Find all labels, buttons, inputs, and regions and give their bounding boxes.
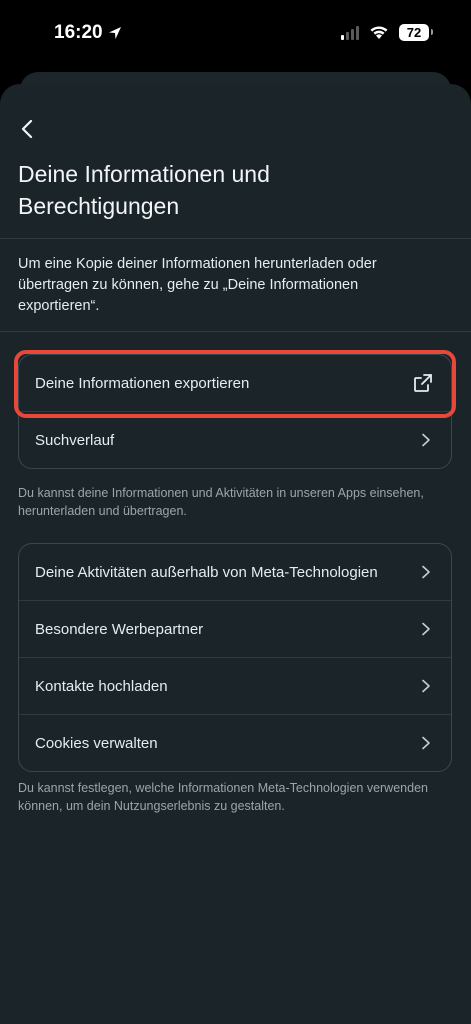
page-title-line2: Berechtigungen bbox=[18, 193, 180, 219]
status-icons: 72 bbox=[341, 24, 433, 41]
status-bar: 16:20 72 bbox=[0, 0, 471, 70]
status-time: 16:20 bbox=[54, 22, 123, 44]
manage-cookies-row[interactable]: Cookies verwalten bbox=[19, 714, 451, 771]
page-title-line1: Deine Informationen und bbox=[18, 161, 270, 187]
upload-contacts-row[interactable]: Kontakte hochladen bbox=[19, 657, 451, 714]
chevron-right-icon bbox=[422, 679, 430, 693]
privacy-card: Deine Aktivitäten außerhalb von Meta-Tec… bbox=[18, 543, 452, 772]
chevron-right-icon bbox=[422, 736, 430, 750]
offsite-activity-label: Deine Aktivitäten außerhalb von Meta-Tec… bbox=[35, 563, 378, 581]
wifi-icon bbox=[370, 26, 388, 39]
battery-level: 72 bbox=[406, 25, 422, 40]
group2-caption: Du kannst festlegen, welche Informatione… bbox=[18, 781, 428, 813]
page-title: Deine Informationen und Berechtigungen bbox=[18, 158, 438, 222]
battery-indicator: 72 bbox=[399, 24, 433, 41]
intro-text: Um eine Kopie deiner Informationen herun… bbox=[18, 256, 377, 314]
chevron-left-icon bbox=[21, 119, 33, 139]
ad-partners-label: Besondere Werbepartner bbox=[35, 620, 204, 638]
location-arrow-icon bbox=[108, 27, 121, 39]
highlight-outline bbox=[14, 350, 456, 418]
chevron-right-icon bbox=[422, 622, 430, 636]
time-label: 16:20 bbox=[54, 22, 103, 43]
chevron-right-icon bbox=[422, 565, 430, 579]
ad-partners-row[interactable]: Besondere Werbepartner bbox=[19, 600, 451, 657]
group1-caption: Du kannst deine Informationen und Aktivi… bbox=[18, 486, 424, 518]
cellular-signal-icon bbox=[341, 25, 359, 40]
search-history-label: Suchverlauf bbox=[35, 431, 115, 449]
offsite-activity-row[interactable]: Deine Aktivitäten außerhalb von Meta-Tec… bbox=[19, 544, 451, 600]
manage-cookies-label: Cookies verwalten bbox=[35, 734, 158, 752]
divider-intro bbox=[0, 331, 471, 332]
search-history-row[interactable]: Suchverlauf bbox=[19, 411, 451, 468]
divider-top bbox=[0, 238, 471, 239]
back-button[interactable] bbox=[14, 116, 40, 142]
settings-sheet: Deine Informationen und Berechtigungen U… bbox=[0, 84, 471, 1024]
upload-contacts-label: Kontakte hochladen bbox=[35, 677, 168, 695]
chevron-right-icon bbox=[422, 433, 430, 447]
